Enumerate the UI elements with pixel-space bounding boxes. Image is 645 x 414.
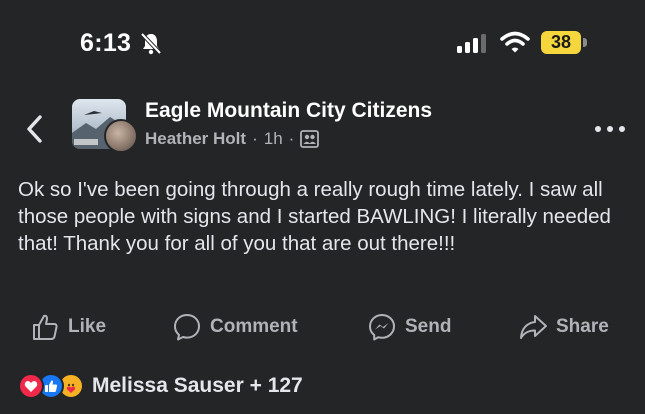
reactions-summary[interactable]: Melissa Sauser + 127 — [18, 372, 303, 400]
post-time[interactable]: 1h — [264, 129, 283, 149]
messenger-icon — [369, 314, 395, 341]
group-name[interactable]: Eagle Mountain City Citizens — [145, 99, 432, 123]
reaction-count: Melissa Sauser + 127 — [92, 374, 303, 397]
wifi-icon — [500, 31, 530, 53]
share-label: Share — [556, 316, 609, 337]
cellular-signal-icon — [457, 34, 486, 53]
members-icon — [300, 130, 320, 148]
back-chevron-icon[interactable] — [22, 112, 48, 146]
author-avatar — [104, 119, 138, 153]
send-button[interactable]: Send — [367, 308, 451, 346]
battery-indicator: 38 — [541, 31, 581, 54]
author-name[interactable]: Heather Holt — [145, 129, 246, 149]
post-action-bar: Like Comment Send Share — [0, 308, 645, 348]
post-body-text: Ok so I've been going through a really r… — [18, 178, 611, 255]
meta-separator: · — [252, 129, 258, 148]
group-avatar-stack[interactable] — [72, 99, 138, 153]
post-meta: Heather Holt · 1h · — [145, 129, 320, 149]
silent-bell-icon — [140, 32, 162, 55]
status-bar: 6:13 38 — [0, 0, 645, 86]
share-arrow-icon — [520, 315, 547, 339]
like-button[interactable]: Like — [30, 308, 106, 346]
comment-label: Comment — [210, 316, 298, 337]
comment-button[interactable]: Comment — [172, 308, 298, 346]
share-button[interactable]: Share — [518, 308, 609, 346]
meta-separator: · — [288, 129, 295, 148]
thumbs-up-icon — [33, 314, 58, 340]
love-reaction-icon — [18, 373, 44, 399]
more-options-icon[interactable] — [594, 124, 626, 134]
like-label: Like — [68, 316, 107, 337]
comment-bubble-icon — [174, 314, 200, 341]
battery-tip — [583, 38, 587, 47]
clock-time: 6:13 — [80, 29, 132, 57]
send-label: Send — [405, 316, 452, 337]
